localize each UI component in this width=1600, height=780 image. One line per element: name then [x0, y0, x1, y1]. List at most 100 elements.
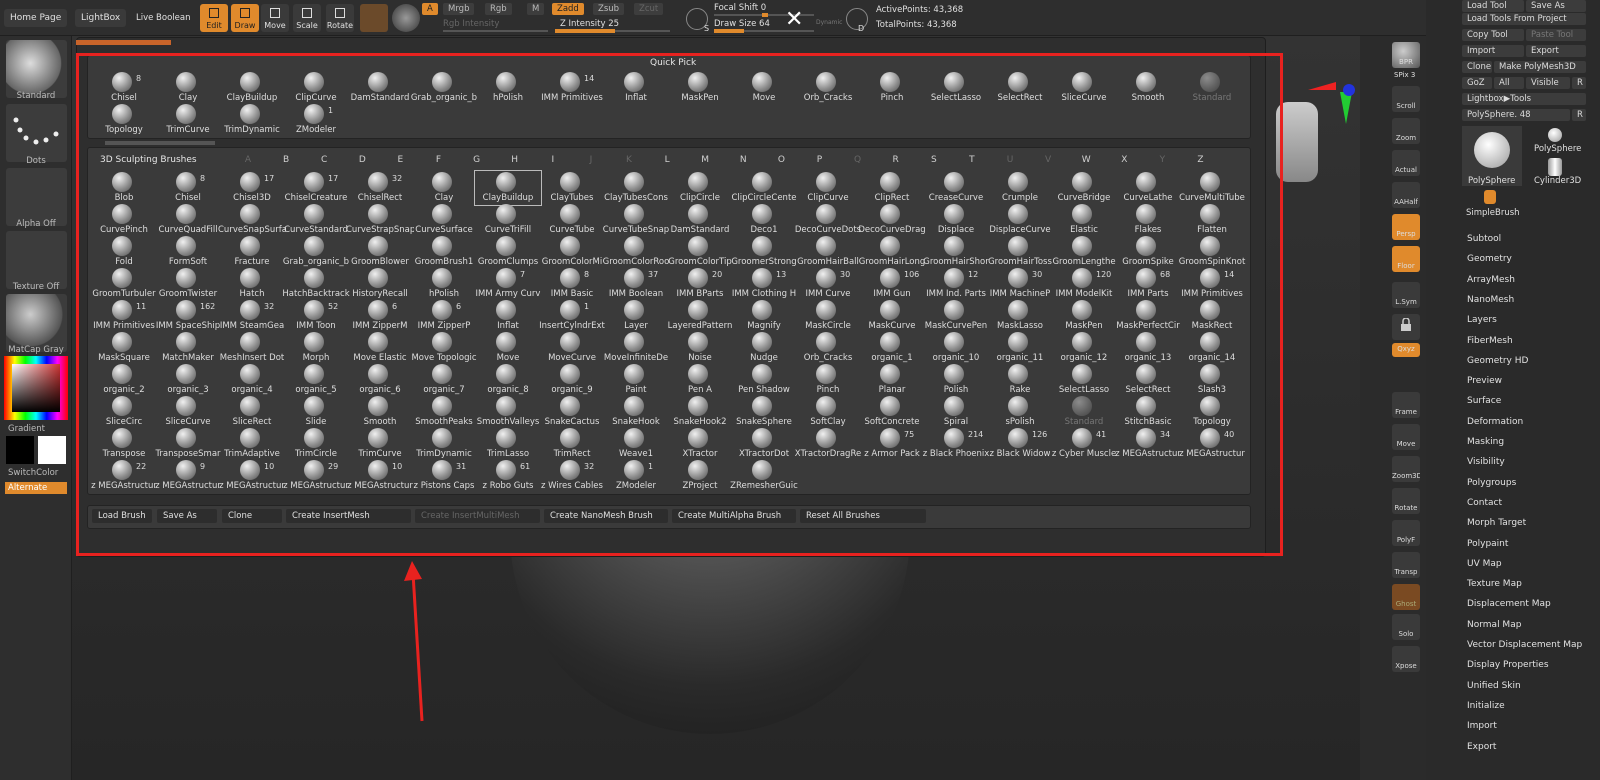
brush-clipcirclecente[interactable]: ClipCircleCente	[731, 172, 797, 204]
brush-slash3[interactable]: Slash3	[1180, 364, 1244, 396]
quick-pick-inflat[interactable]: Inflat	[604, 72, 668, 104]
brush-maskcurvepen[interactable]: MaskCurvePen	[924, 300, 988, 332]
brush-move-elastic[interactable]: Move Elastic	[348, 332, 412, 364]
letter-v-filter[interactable]: V	[1041, 155, 1055, 165]
brush-pen-a[interactable]: Pen A	[668, 364, 732, 396]
edit-tool-button[interactable]: Edit	[200, 4, 228, 32]
texture-thumb[interactable]	[6, 231, 67, 289]
quick-pick-move[interactable]: Move	[732, 72, 796, 104]
create-nanomesh-button[interactable]: Create NanoMesh Brush	[544, 509, 668, 523]
brush-organic-7[interactable]: organic_7	[412, 364, 476, 396]
letter-q-filter[interactable]: Q	[851, 155, 865, 165]
bpr-button[interactable]: BPR	[1392, 42, 1420, 68]
brush-organic-14[interactable]: organic_14	[1180, 332, 1244, 364]
polysphere-small-icon[interactable]	[1548, 128, 1562, 142]
brush-groomcolortip[interactable]: GroomColorTip	[668, 236, 732, 268]
brush-imm-steamgea[interactable]: IMM SteamGea 32	[220, 300, 284, 332]
scroll-button[interactable]: Scroll	[1392, 86, 1420, 112]
brush-spiral[interactable]: Spiral	[924, 396, 988, 428]
brush-organic-1[interactable]: organic_1	[860, 332, 924, 364]
brush-z-megastructur[interactable]: z MEGAstructur 29	[283, 460, 349, 492]
load-tool-button[interactable]: Load Tool	[1462, 0, 1524, 12]
letter-e-filter[interactable]: E	[393, 155, 407, 165]
menu-texture-map[interactable]: Texture Map	[1467, 579, 1522, 589]
letter-n-filter[interactable]: N	[736, 155, 750, 165]
tool-r-button[interactable]: R	[1572, 109, 1586, 121]
brush-imm-boolean[interactable]: IMM Boolean 37	[604, 268, 668, 300]
brush-zmodeler[interactable]: ZModeler 1	[604, 460, 668, 492]
brush-imm-primitives[interactable]: IMM Primitives 14	[1180, 268, 1244, 300]
simplebrush-icon[interactable]	[1484, 190, 1496, 204]
brush-z-pistons-caps[interactable]: z Pistons Caps 31	[412, 460, 476, 492]
move-view-button[interactable]: Move	[1392, 424, 1420, 450]
letter-r-filter[interactable]: R	[889, 155, 903, 165]
secondary-color-swatch[interactable]	[38, 436, 66, 464]
brush-groomhairshor[interactable]: GroomHairShor	[923, 236, 989, 268]
ghost-button[interactable]: Ghost	[1392, 584, 1420, 610]
menu-normal-map[interactable]: Normal Map	[1467, 620, 1521, 630]
brush-organic-11[interactable]: organic_11	[988, 332, 1052, 364]
menu-geometry[interactable]: Geometry	[1467, 254, 1512, 264]
solo-button[interactable]: Solo	[1392, 614, 1420, 640]
brush-xtractor[interactable]: XTractor	[668, 428, 732, 460]
quick-pick-claybuildup[interactable]: ClayBuildup	[220, 72, 284, 104]
letter-p-filter[interactable]: P	[813, 155, 827, 165]
brush-snakehook2[interactable]: SnakeHook2	[668, 396, 732, 428]
import-tool-button[interactable]: Import	[1462, 45, 1524, 57]
brush-imm-primitives[interactable]: IMM Primitives 11	[92, 300, 156, 332]
brush-displace[interactable]: Displace	[924, 204, 988, 236]
brush-transpose[interactable]: Transpose	[92, 428, 156, 460]
brush-curvetubesnap[interactable]: CurveTubeSnap	[603, 204, 669, 236]
brush-curvemultitube[interactable]: CurveMultiTube	[1179, 172, 1245, 204]
brush-moveinfinitede[interactable]: MoveInfiniteDe	[604, 332, 668, 364]
sphere-brush-icon[interactable]	[392, 4, 420, 32]
rotate-tool-button[interactable]: Rotate	[326, 4, 354, 32]
brush-slicecirc[interactable]: SliceCirc	[92, 396, 156, 428]
brush-damstandard[interactable]: DamStandard	[668, 204, 732, 236]
letter-b-filter[interactable]: B	[279, 155, 293, 165]
brush-trimcurve[interactable]: TrimCurve	[348, 428, 412, 460]
letter-m-filter[interactable]: M	[698, 155, 712, 165]
brush-zproject[interactable]: ZProject	[668, 460, 732, 492]
brush-move-topologic[interactable]: Move Topologic	[411, 332, 477, 364]
brush-groomhairball[interactable]: GroomHairBall	[796, 236, 860, 268]
quick-pick-orb-cracks[interactable]: Orb_Cracks	[796, 72, 860, 104]
material-swatch[interactable]	[360, 4, 388, 32]
menu-vector-displacement-map[interactable]: Vector Displacement Map	[1467, 640, 1582, 650]
letter-a-filter[interactable]: A	[241, 155, 255, 165]
brush-z-megastructur[interactable]: z MEGAstructur 22	[91, 460, 157, 492]
brush-matchmaker[interactable]: MatchMaker	[156, 332, 220, 364]
cylinder-icon[interactable]	[1548, 158, 1562, 176]
brush-organic-2[interactable]: organic_2	[92, 364, 156, 396]
primary-color-swatch[interactable]	[6, 436, 34, 464]
mrgb-button[interactable]: Mrgb	[443, 3, 475, 15]
letter-y-filter[interactable]: Y	[1155, 155, 1169, 165]
brush-organic-5[interactable]: organic_5	[284, 364, 348, 396]
letter-w-filter[interactable]: W	[1079, 155, 1093, 165]
brush-trimcircle[interactable]: TrimCircle	[284, 428, 348, 460]
letter-g-filter[interactable]: G	[470, 155, 484, 165]
close-icon[interactable]: ✕	[785, 7, 803, 32]
brush-curvequadfill[interactable]: CurveQuadFill	[156, 204, 220, 236]
menu-polypaint[interactable]: Polypaint	[1467, 539, 1508, 549]
brush-slicerect[interactable]: SliceRect	[220, 396, 284, 428]
dots-stroke-thumb[interactable]	[6, 104, 67, 162]
brush-curvesurface[interactable]: CurveSurface	[412, 204, 476, 236]
brush-rake[interactable]: Rake	[988, 364, 1052, 396]
quick-pick-damstandard[interactable]: DamStandard	[348, 72, 412, 104]
brush-flakes[interactable]: Flakes	[1116, 204, 1180, 236]
aahalf-button[interactable]: AAHalf	[1392, 182, 1420, 208]
letter-z-filter[interactable]: Z	[1194, 155, 1208, 165]
floor-button[interactable]: Floor	[1392, 246, 1420, 272]
brush-groomcolorroo[interactable]: GroomColorRoo	[603, 236, 669, 268]
brush-softconcrete[interactable]: SoftConcrete	[860, 396, 924, 428]
menu-contact[interactable]: Contact	[1467, 498, 1502, 508]
quick-pick-scrollbar[interactable]	[105, 141, 215, 145]
brush-layeredpattern[interactable]: LayeredPattern	[668, 300, 732, 332]
menu-export[interactable]: Export	[1467, 742, 1496, 752]
brush-curvesnapsurfa[interactable]: CurveSnapSurfa	[218, 204, 286, 236]
brush-xtractordragre[interactable]: XTractorDragRe	[795, 428, 861, 460]
brush-organic-8[interactable]: organic_8	[476, 364, 540, 396]
draw-tool-button[interactable]: Draw	[231, 4, 259, 32]
brush-insertcylndrext[interactable]: InsertCylndrExt 1	[539, 300, 605, 332]
